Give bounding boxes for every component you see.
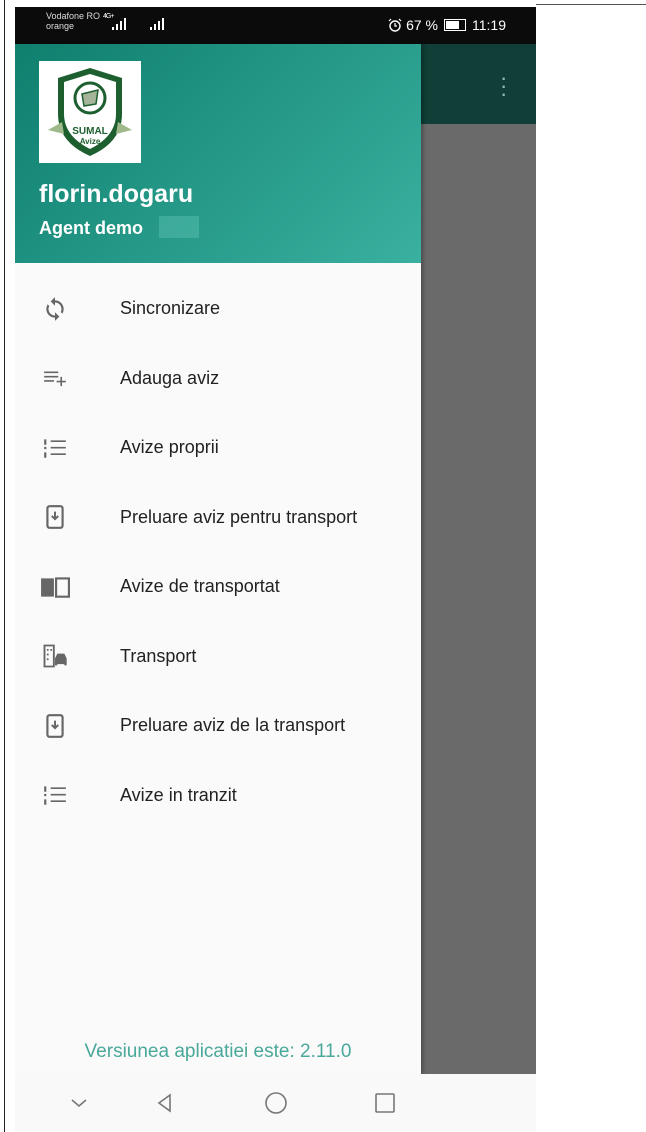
frame-top-border xyxy=(536,4,646,5)
nav-home-button[interactable] xyxy=(259,1086,293,1120)
user-role: Agent demo xyxy=(39,218,144,238)
signal-icon-2 xyxy=(150,18,164,30)
menu-label: Transport xyxy=(120,645,197,666)
chevron-down-icon xyxy=(71,1099,87,1108)
nav-back-button[interactable] xyxy=(148,1086,182,1120)
menu-item-adauga-aviz[interactable]: Adauga aviz xyxy=(15,344,421,414)
menu-item-preluare-aviz-de-la-transport[interactable]: Preluare aviz de la transport xyxy=(15,691,421,761)
back-triangle-icon xyxy=(157,1093,171,1113)
carrier-bottom: orange xyxy=(46,21,75,31)
battery-icon xyxy=(444,19,466,31)
numbered-list-icon xyxy=(39,779,71,811)
logo-text-sumal: SUMAL xyxy=(72,126,108,137)
building-car-icon xyxy=(39,640,71,672)
menu-label: Sincronizare xyxy=(120,298,221,319)
menu-label: Avize in tranzit xyxy=(120,784,237,805)
menu-item-avize-in-tranzit[interactable]: Avize in tranzit xyxy=(15,761,421,831)
navigation-drawer: SUMAL Avize florin.dogaru Agent demo Sin… xyxy=(15,44,421,1074)
home-circle-icon xyxy=(265,1092,287,1114)
playlist-add-icon xyxy=(39,362,71,394)
app-version: Versiunea aplicatiei este: 2.11.0 xyxy=(84,1041,352,1062)
user-name: florin.dogaru xyxy=(39,180,194,208)
menu-label: Preluare aviz pentru transport xyxy=(120,506,358,527)
drawer-header: SUMAL Avize florin.dogaru Agent demo xyxy=(15,44,421,263)
alarm-icon xyxy=(388,18,402,32)
recents-square-icon xyxy=(375,1093,395,1113)
book-icon xyxy=(39,571,71,603)
system-nav-bar xyxy=(15,1074,536,1132)
phone-screen: Vodafone RO orange 4G+ 67 % 11:19 ··· xyxy=(15,7,536,1132)
more-vert-icon[interactable]: · · · xyxy=(500,67,507,105)
frame-left-border xyxy=(4,0,5,1132)
numbered-list-icon xyxy=(39,432,71,464)
app-logo: SUMAL Avize xyxy=(39,61,141,163)
drawer-menu: Sincronizare Adauga aviz Avize proprii P… xyxy=(15,274,421,830)
phone-download-icon xyxy=(39,710,71,742)
menu-item-sincronizare[interactable]: Sincronizare xyxy=(15,274,421,344)
logo-text-avize: Avize xyxy=(80,137,101,146)
menu-item-preluare-aviz-pentru-transport[interactable]: Preluare aviz pentru transport xyxy=(15,483,421,553)
status-right: 67 % 11:19 xyxy=(388,17,506,33)
battery-percent: 67 % xyxy=(406,17,438,33)
menu-label: Avize proprii xyxy=(120,437,219,458)
signal-icon xyxy=(112,18,126,30)
nav-recents-button[interactable] xyxy=(368,1086,402,1120)
menu-label: Adauga aviz xyxy=(120,367,220,388)
menu-label: Avize de transportat xyxy=(120,576,280,597)
nav-hide-button[interactable] xyxy=(62,1086,96,1120)
menu-item-avize-proprii[interactable]: Avize proprii xyxy=(15,413,421,483)
sync-icon xyxy=(39,293,71,325)
shield-logo-icon: SUMAL Avize xyxy=(48,68,132,156)
menu-item-avize-de-transportat[interactable]: Avize de transportat xyxy=(15,552,421,622)
redacted-box xyxy=(159,216,199,238)
carrier-label: Vodafone RO orange xyxy=(46,11,100,31)
menu-item-transport[interactable]: Transport xyxy=(15,622,421,692)
clock: 11:19 xyxy=(472,17,506,33)
carrier-top: Vodafone RO xyxy=(46,11,101,21)
phone-download-icon xyxy=(39,501,71,533)
status-bar: Vodafone RO orange 4G+ 67 % 11:19 xyxy=(15,7,536,44)
menu-label: Preluare aviz de la transport xyxy=(120,715,346,736)
